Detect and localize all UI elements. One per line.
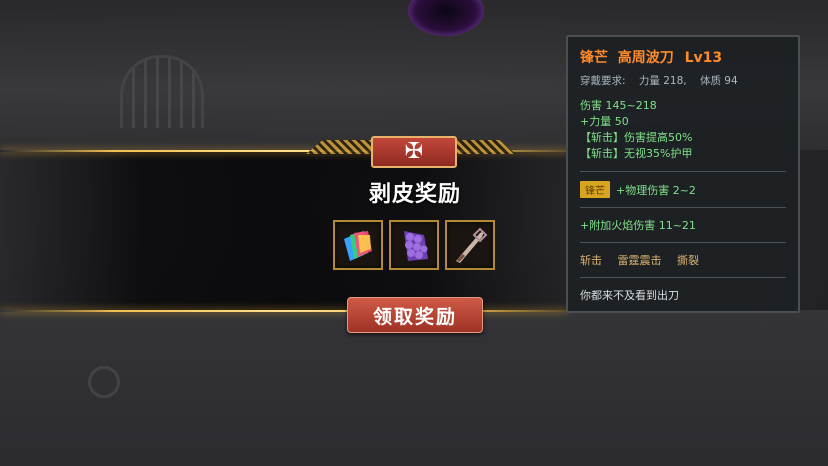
tag-thunder: 雷霆震击 [617, 254, 662, 267]
reward-slot-3[interactable] [445, 220, 495, 270]
skill-tags: 斩击 雷霆震击 撕裂 [580, 252, 786, 268]
item-base-name: 高周波刀 [617, 50, 674, 66]
damage-stat: 伤害 145~218 [580, 99, 657, 112]
divider [580, 171, 786, 172]
item-prefix: 锋芒 [580, 50, 608, 66]
req-constitution: 体质 94 [699, 75, 738, 87]
divider [580, 277, 786, 278]
reward-title: 剥皮奖励 [368, 182, 461, 207]
item-name: 锋芒 高周波刀 Lv13 [580, 47, 786, 67]
dungeon-floor [0, 310, 828, 466]
equip-requirements: 穿戴要求: 力量 218, 体质 94 [580, 73, 786, 88]
tag-tear: 撕裂 [677, 254, 699, 267]
fire-damage: +附加火焰伤害 11~21 [580, 219, 696, 232]
edge-badge: 锋芒 [580, 181, 610, 198]
edge-text: +物理伤害 2~2 [616, 183, 696, 197]
rainbow-cards-icon [344, 231, 372, 261]
affix-2: 【斩击】无视35%护甲 [580, 147, 693, 160]
edge-affix: 锋芒 +物理伤害 2~2 [580, 181, 786, 198]
divider [580, 207, 786, 208]
requirement-label: 穿戴要求: [580, 75, 626, 87]
reward-slot-1[interactable] [333, 220, 383, 270]
item-tooltip: 锋芒 高周波刀 Lv13 穿戴要求: 力量 218, 体质 94 伤害 145~… [566, 35, 800, 313]
blade-weapon-icon [456, 227, 488, 263]
affix-1: 【斩击】伤害提高50% [580, 131, 693, 144]
iron-gate [120, 55, 204, 128]
strength-bonus: +力量 50 [580, 115, 629, 128]
cross-emblem-icon: ✠ [371, 136, 457, 168]
base-stats: 伤害 145~218 +力量 50 【斩击】伤害提高50% 【斩击】无视35%护… [580, 98, 786, 162]
tag-slash: 斩击 [580, 254, 602, 267]
claim-reward-button[interactable]: 领取奖励 [347, 297, 483, 333]
divider [580, 242, 786, 243]
reward-slot-2[interactable] [389, 220, 439, 270]
req-strength: 力量 218, [638, 75, 687, 87]
flavor-text: 你都来不及看到出刀 [580, 289, 679, 302]
purple-scales-icon [404, 231, 428, 261]
item-level: Lv13 [684, 50, 723, 66]
skull-decoration-icon [88, 366, 120, 398]
